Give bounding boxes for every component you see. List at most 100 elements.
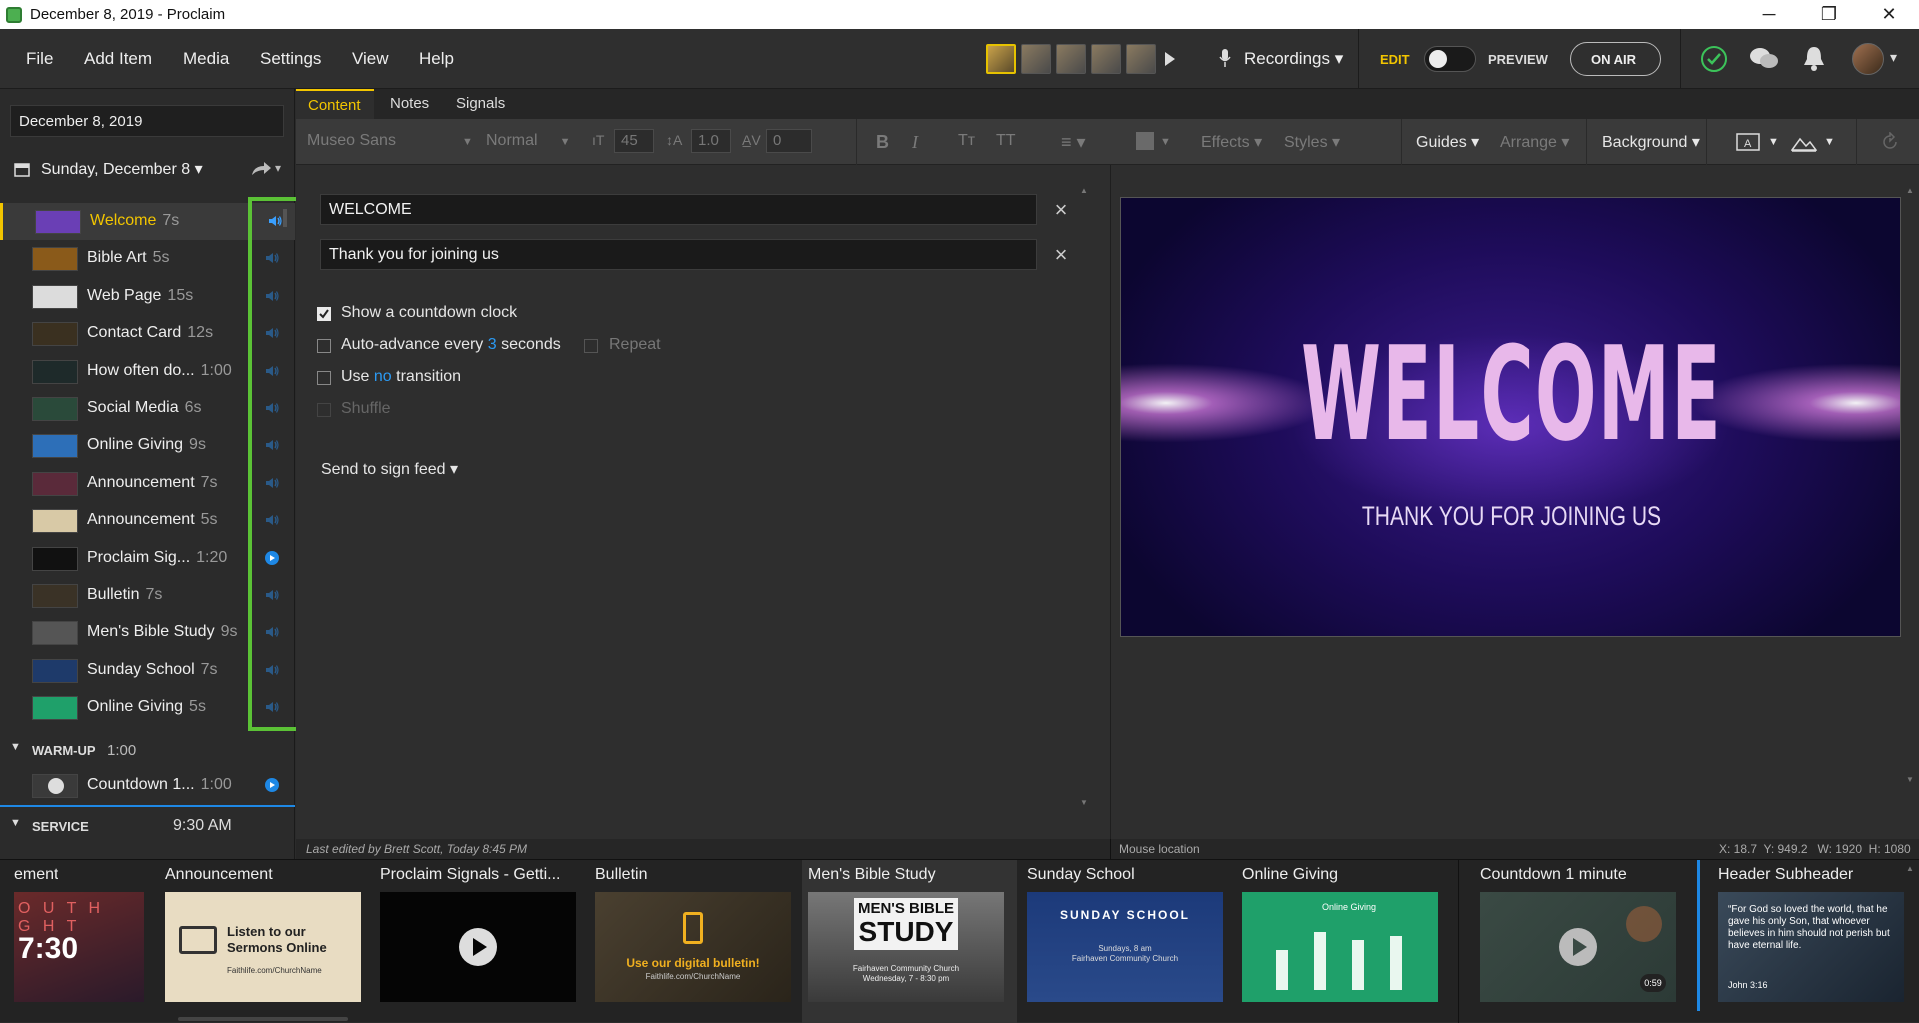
text-box-chevron-icon[interactable]: ▼ <box>1768 136 1779 148</box>
repeat-label: Repeat <box>609 336 661 353</box>
recordings-menu[interactable]: Recordings ▾ <box>1244 49 1343 69</box>
shuffle-checkbox[interactable] <box>317 403 331 417</box>
edit-preview-toggle[interactable] <box>1424 46 1476 72</box>
send-to-sign-feed-menu[interactable]: Send to sign feed ▾ <box>321 459 458 479</box>
date-field[interactable]: December 8, 2019 <box>10 105 284 137</box>
collaborator-avatar[interactable] <box>1126 44 1156 74</box>
signal-play-icon[interactable] <box>264 777 280 793</box>
all-caps-button[interactable]: TT <box>996 132 1016 150</box>
collapse-arrow-icon[interactable]: ▼ <box>10 817 21 829</box>
align-select-icon[interactable]: ≡ ▾ <box>1061 132 1086 153</box>
chat-icon[interactable] <box>1748 45 1780 73</box>
line-height-icon: ↕A <box>666 132 683 148</box>
collaborator-avatar[interactable] <box>1091 44 1121 74</box>
arrange-menu[interactable]: Arrange ▾ <box>1500 132 1569 152</box>
tab-content[interactable]: Content <box>296 89 374 119</box>
item-title: Announcement <box>87 511 195 529</box>
service-date-select[interactable]: Sunday, December 8 ▾ <box>41 159 203 179</box>
tray-scrollbar[interactable] <box>178 1017 348 1021</box>
user-menu-chevron-icon[interactable]: ▾ <box>1890 49 1897 66</box>
styles-menu[interactable]: Styles ▾ <box>1284 132 1340 152</box>
menu-add-item[interactable]: Add Item <box>84 49 152 69</box>
letter-spacing-input[interactable]: 0 <box>766 129 812 153</box>
preview-scroll-down-icon[interactable]: ▼ <box>1906 775 1914 784</box>
remove-field-button[interactable]: × <box>1050 199 1072 221</box>
menu-help[interactable]: Help <box>419 49 454 69</box>
tray-card[interactable]: Sunday School SUNDAY SCHOOL Sundays, 8 a… <box>1021 860 1236 1023</box>
bold-button[interactable]: B <box>876 132 889 153</box>
image-chevron-icon[interactable]: ▼ <box>1824 136 1835 148</box>
collapse-arrow-icon[interactable]: ▼ <box>10 741 21 753</box>
item-label: How often do... 1:00 <box>87 362 232 380</box>
service-section-header[interactable]: ▼ SERVICE 9:30 AM <box>0 807 295 843</box>
italic-button[interactable]: I <box>912 132 918 153</box>
tray-card-thumbnail <box>380 892 576 1002</box>
collaborator-avatar[interactable] <box>1056 44 1086 74</box>
tab-notes[interactable]: Notes <box>390 95 429 112</box>
repeat-checkbox[interactable] <box>584 339 598 353</box>
font-family-select[interactable]: Museo Sans ▼ <box>307 132 473 150</box>
maximize-button[interactable]: ❐ <box>1799 0 1859 29</box>
warmup-section-header[interactable]: ▼ WARM-UP 1:00 <box>0 731 295 767</box>
item-label: Social Media 6s <box>87 399 202 417</box>
menu-settings[interactable]: Settings <box>260 49 321 69</box>
tray-card[interactable]: Header Subheader “For God so loved the w… <box>1712 860 1919 1023</box>
sync-status-check-icon[interactable] <box>1700 45 1728 73</box>
divider <box>1680 29 1681 89</box>
color-chevron-icon[interactable]: ▼ <box>1160 136 1171 148</box>
minimize-button[interactable]: ─ <box>1739 0 1799 29</box>
on-air-button[interactable]: ON AIR <box>1570 42 1661 76</box>
auto-advance-checkbox[interactable] <box>317 339 331 353</box>
text-box-icon[interactable]: A <box>1736 131 1760 153</box>
line-height-input[interactable]: 1.0 <box>691 129 731 153</box>
effects-menu[interactable]: Effects ▾ <box>1201 132 1262 152</box>
tray-card[interactable]: Announcement Listen to our Sermons Onlin… <box>159 860 374 1023</box>
tab-signals[interactable]: Signals <box>456 95 505 112</box>
thumb-text: SUNDAY SCHOOL <box>1059 908 1191 922</box>
slide-preview[interactable]: WELCOME THANK YOU FOR JOINING US <box>1120 197 1901 637</box>
list-item[interactable]: Countdown 1... 1:00 <box>0 767 295 804</box>
tray-card[interactable]: Bulletin Use our digital bulletin! Faith… <box>589 860 804 1023</box>
menu-view[interactable]: View <box>352 49 389 69</box>
preview-scroll-up-icon[interactable]: ▲ <box>1906 186 1914 195</box>
tray-scroll-up-icon[interactable]: ▲ <box>1906 864 1914 873</box>
font-size-input[interactable]: 45 <box>614 129 654 153</box>
transition-type-link[interactable]: no <box>374 368 392 385</box>
close-window-button[interactable]: ✕ <box>1859 0 1919 29</box>
play-arrow-icon[interactable] <box>1164 51 1176 67</box>
item-label: Bible Art 5s <box>87 249 170 267</box>
text-color-swatch[interactable] <box>1136 132 1154 150</box>
item-title: How often do... <box>87 361 195 379</box>
share-icon[interactable] <box>250 161 272 177</box>
collaborator-avatar[interactable] <box>986 44 1016 74</box>
scroll-up-arrow-icon[interactable]: ▲ <box>1080 186 1088 195</box>
scroll-down-arrow-icon[interactable]: ▼ <box>1080 798 1088 807</box>
sidebar-scrollbar[interactable] <box>283 209 287 227</box>
notifications-bell-icon[interactable] <box>1802 45 1826 73</box>
item-duration: 1:00 <box>200 361 232 379</box>
slide-subtitle-input[interactable]: Thank you for joining us <box>320 239 1037 270</box>
tray-card[interactable]: Countdown 1 minute 0:59 <box>1474 860 1694 1023</box>
tray-card[interactable]: ement O U T H G H T 7:30 <box>0 860 155 1023</box>
tray-card-title: Bulletin <box>595 866 648 883</box>
menu-file[interactable]: File <box>26 49 53 69</box>
reset-icon[interactable] <box>1880 132 1900 152</box>
tray-card[interactable]: Online Giving Online Giving <box>1236 860 1451 1023</box>
transition-checkbox[interactable] <box>317 371 331 385</box>
menu-media[interactable]: Media <box>183 49 229 69</box>
guides-menu[interactable]: Guides ▾ <box>1416 132 1479 152</box>
tray-card[interactable]: Proclaim Signals - Getti... <box>374 860 589 1023</box>
play-icon <box>48 778 64 794</box>
image-insert-icon[interactable] <box>1791 131 1817 153</box>
share-chevron-icon[interactable]: ▾ <box>275 161 281 175</box>
user-avatar[interactable] <box>1852 43 1884 75</box>
collaborator-avatar[interactable] <box>1021 44 1051 74</box>
slide-title-input[interactable]: WELCOME <box>320 194 1037 225</box>
auto-advance-seconds-link[interactable]: 3 <box>488 336 497 353</box>
background-menu[interactable]: Background ▾ <box>1602 132 1700 152</box>
countdown-checkbox[interactable] <box>317 307 331 321</box>
remove-field-button[interactable]: × <box>1050 244 1072 266</box>
tray-card[interactable]: Men's Bible Study MEN'S BIBLE STUDY Fair… <box>802 860 1017 1023</box>
font-weight-select[interactable]: Normal ▼ <box>486 132 570 150</box>
small-caps-button[interactable]: Tт <box>958 132 975 150</box>
